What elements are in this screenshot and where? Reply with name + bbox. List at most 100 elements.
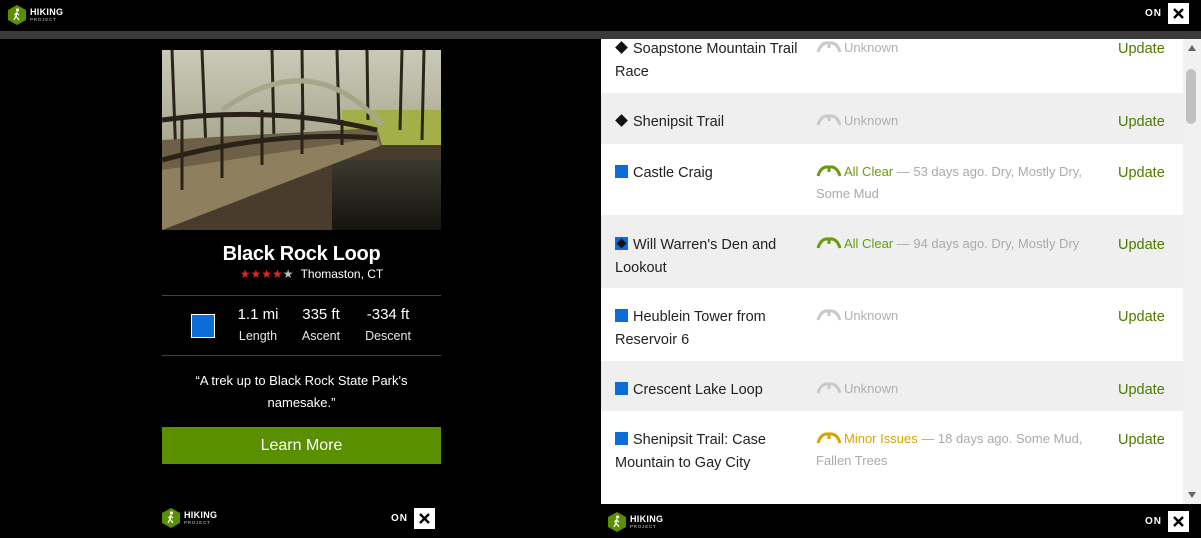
scroll-thumb[interactable] <box>1186 69 1196 124</box>
star-rating: ★ ★ ★ ★ ★ <box>240 268 294 280</box>
blue-square-icon <box>615 382 628 395</box>
status-label: Unknown <box>844 381 899 396</box>
trail-status: Unknown <box>816 110 1101 132</box>
status-detail: — 94 days ago. Dry, Mostly Dry <box>893 236 1080 251</box>
condition-row: Castle Craig All Clear — 53 days ago. Dry… <box>601 144 1183 215</box>
trail-stats: 1.1 mi Length 335 ft Ascent -334 ft Desc… <box>162 295 441 356</box>
blue-square-icon <box>615 432 628 445</box>
learn-more-button[interactable]: Learn More <box>162 427 441 464</box>
trail-link[interactable]: Soapstone Mountain Trail Race <box>615 39 815 84</box>
hiking-project-logo[interactable]: HIKING PROJECT <box>8 5 63 25</box>
hiking-project-logo-icon <box>608 512 626 532</box>
update-link[interactable]: Update <box>1118 379 1165 402</box>
stat-ascent-value: 335 ft <box>302 306 340 323</box>
condition-minor-issues-icon <box>816 432 842 444</box>
status-label: Unknown <box>844 40 899 55</box>
update-link[interactable]: Update <box>1118 111 1165 134</box>
logo-line1: HIKING <box>30 6 64 17</box>
trail-status: Unknown <box>816 39 1101 59</box>
trail-name: Soapstone Mountain Trail Race <box>615 41 798 80</box>
update-link[interactable]: Update <box>1118 234 1165 257</box>
trail-conditions-list[interactable]: Soapstone Mountain Trail Race Unknown Upda… <box>601 39 1183 504</box>
trail-name: Shenipsit Trail <box>633 114 725 130</box>
trail-status: Minor Issues — 18 days ago. Some Mud, Fa… <box>816 428 1101 472</box>
condition-unknown-icon <box>816 309 842 321</box>
status-label: All Clear <box>844 164 894 179</box>
stat-length-value: 1.1 mi <box>237 306 279 323</box>
trail-quote: “A trek up to Black Rock State Park's na… <box>195 373 408 410</box>
trail-link[interactable]: Shenipsit Trail <box>615 111 815 134</box>
trail-name: Will Warren's Den and Lookout <box>615 237 777 276</box>
stat-descent: -334 ft Descent <box>360 306 416 343</box>
trail-name: Shenipsit Trail: Case Mountain to Gay Ci… <box>615 432 766 471</box>
star-filled-icon: ★ <box>239 267 251 281</box>
logo-line2: PROJECT <box>184 519 211 525</box>
stat-length: 1.1 mi Length <box>234 306 282 343</box>
scroll-down-arrow-icon[interactable] <box>1188 492 1196 498</box>
condition-unknown-icon <box>816 382 842 394</box>
hiking-project-logo-icon <box>8 5 26 25</box>
on-toggle[interactable]: ON <box>391 513 408 524</box>
trail-photo[interactable] <box>162 50 441 230</box>
close-button[interactable] <box>1168 3 1189 24</box>
hiking-project-logo-icon <box>162 508 180 528</box>
close-button[interactable] <box>1168 511 1189 532</box>
footer-toggle-left: ON <box>391 508 435 529</box>
blue-square-icon <box>615 165 628 178</box>
stat-ascent-label: Ascent <box>301 329 341 343</box>
trail-status: All Clear — 53 days ago. Dry, Mostly Dry… <box>816 161 1101 205</box>
trail-location: Thomaston, CT <box>300 267 384 281</box>
update-link[interactable]: Update <box>1118 39 1165 61</box>
update-link[interactable]: Update <box>1118 306 1165 329</box>
stat-descent-value: -334 ft <box>366 306 410 323</box>
close-button[interactable] <box>414 508 435 529</box>
star-filled-icon: ★ <box>250 267 262 281</box>
condition-row: Will Warren's Den and Lookout All Clear —… <box>601 215 1183 288</box>
condition-all-clear-icon <box>816 237 842 249</box>
list-scrollbar[interactable] <box>1183 39 1201 504</box>
trail-card: Black Rock Loop ★ ★ ★ ★ ★ Thomaston, CT 1.1 … <box>162 50 441 464</box>
update-link[interactable]: Update <box>1118 429 1165 452</box>
status-label: Unknown <box>844 308 899 323</box>
star-filled-icon: ★ <box>261 267 273 281</box>
footer-toggle-right: ON <box>1145 511 1189 532</box>
trail-link[interactable]: Heublein Tower from Reservoir 6 <box>615 306 815 352</box>
on-toggle[interactable]: ON <box>1145 516 1162 527</box>
footer-logo-left[interactable]: HIKING PROJECT <box>162 508 217 528</box>
on-toggle[interactable]: ON <box>1145 8 1162 19</box>
trail-link[interactable]: Crescent Lake Loop <box>615 379 815 402</box>
condition-unknown-icon <box>816 41 842 53</box>
logo-line1: HIKING <box>184 509 218 520</box>
stat-length-label: Length <box>238 329 278 343</box>
condition-row: Heublein Tower from Reservoir 6 Unknown Up… <box>601 288 1183 361</box>
trail-status: Unknown <box>816 378 1101 400</box>
status-label: Minor Issues <box>844 431 918 446</box>
scroll-up-arrow-icon[interactable] <box>1188 45 1196 51</box>
trail-link[interactable]: Will Warren's Den and Lookout <box>615 234 815 280</box>
stat-descent-label: Descent <box>365 329 411 343</box>
footer-logo-right[interactable]: HIKING PROJECT <box>608 512 663 532</box>
trail-name: Crescent Lake Loop <box>633 382 763 398</box>
condition-row: Shenipsit Trail: Case Mountain to Gay Ci… <box>601 411 1183 484</box>
trail-name[interactable]: Black Rock Loop <box>162 243 441 266</box>
trail-link[interactable]: Shenipsit Trail: Case Mountain to Gay Ci… <box>615 429 815 475</box>
close-icon <box>1173 516 1184 527</box>
trail-link[interactable]: Castle Craig <box>615 162 815 185</box>
rating-row: ★ ★ ★ ★ ★ Thomaston, CT <box>162 267 441 281</box>
top-toggle-group: ON <box>1145 3 1189 24</box>
condition-row: Shenipsit Trail Unknown Update <box>601 93 1183 144</box>
logo-line2: PROJECT <box>630 523 657 529</box>
logo-line1: HIKING <box>630 513 664 524</box>
condition-row: Soapstone Mountain Trail Race Unknown Upda… <box>601 39 1183 87</box>
status-label: Unknown <box>844 113 899 128</box>
star-empty-icon: ★ <box>282 267 294 281</box>
trail-status: Unknown <box>816 305 1101 327</box>
update-link[interactable]: Update <box>1118 162 1165 185</box>
top-bar: HIKING PROJECT ON <box>0 0 1201 31</box>
top-divider <box>0 31 1201 39</box>
close-icon <box>419 513 430 524</box>
black-diamond-icon <box>615 114 628 127</box>
blue-square-icon <box>615 309 628 322</box>
condition-unknown-icon <box>816 114 842 126</box>
logo-line2: PROJECT <box>30 16 57 22</box>
